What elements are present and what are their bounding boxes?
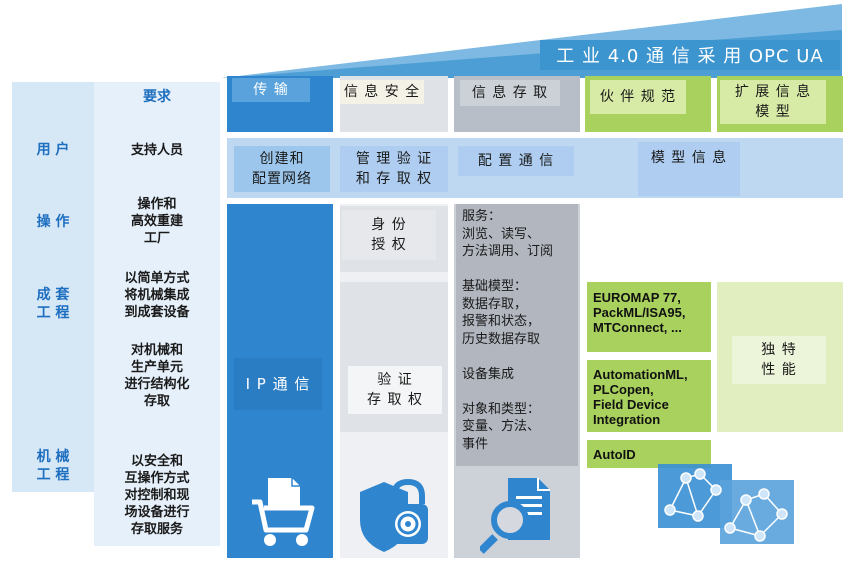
requirements-title: 要求 <box>143 89 171 105</box>
model-info-label: 模 型 信 息 <box>638 142 740 196</box>
requirement-item: 以简单方式 将机械集成 到成套设备 <box>124 270 190 320</box>
role-system-engineering: 成 套 工 程 <box>36 287 70 321</box>
requirement-item: 对机械和 生产单元 进行结构化 存取 <box>124 343 190 409</box>
ip-communication-label: I P 通 信 <box>234 358 322 410</box>
requirement-item: 操作和 高效重建 工厂 <box>130 196 183 246</box>
role-user: 用 户 <box>36 142 70 158</box>
standard-euromap-text: EUROMAP 77, PackML/ISA95, MTConnect, ... <box>593 290 686 335</box>
info-access-label: 信 息 存 取 <box>460 80 560 106</box>
role-operation: 操 作 <box>36 214 70 230</box>
configure-communication-label: 配 置 通 信 <box>458 146 574 176</box>
shield-lock-icon <box>360 478 428 552</box>
create-network-label: 创建和 配置网络 <box>234 146 330 192</box>
requirement-item: 以安全和 互操作方式 对控制和现 场设备进行 存取服务 <box>124 453 190 537</box>
transport-label: 传 输 <box>232 78 310 102</box>
requirement-item: 支持人员 <box>130 142 183 158</box>
services-text: 服务： 浏览、读写、 方法调用、订阅 基础模型： 数据存取， 报警和状态， 历史… <box>462 209 554 452</box>
document-magnifier-icon <box>480 478 550 554</box>
manage-auth-label: 管 理 验 证 和 存 取 权 <box>340 146 448 192</box>
extended-model-label: 扩 展 信 息 模 型 <box>720 80 826 124</box>
partner-spec-label: 伙 伴 规 范 <box>590 80 686 114</box>
network-graph-icon <box>658 464 794 544</box>
cart-icon <box>252 478 315 546</box>
unique-performance-label: 独 特 性 能 <box>732 336 826 384</box>
header-title: 工 业 4.0 通 信 采 用 OPC UA <box>540 40 840 70</box>
standard-automationml-text: AutomationML, PLCopen, Field Device Inte… <box>593 367 688 427</box>
identity-auth-label: 身 份 授 权 <box>342 210 436 260</box>
role-machine-engineering: 机 械 工 程 <box>36 449 70 483</box>
info-security-label: 信 息 安 全 <box>340 80 424 104</box>
verify-access-label: 验 证 存 取 权 <box>348 366 442 414</box>
